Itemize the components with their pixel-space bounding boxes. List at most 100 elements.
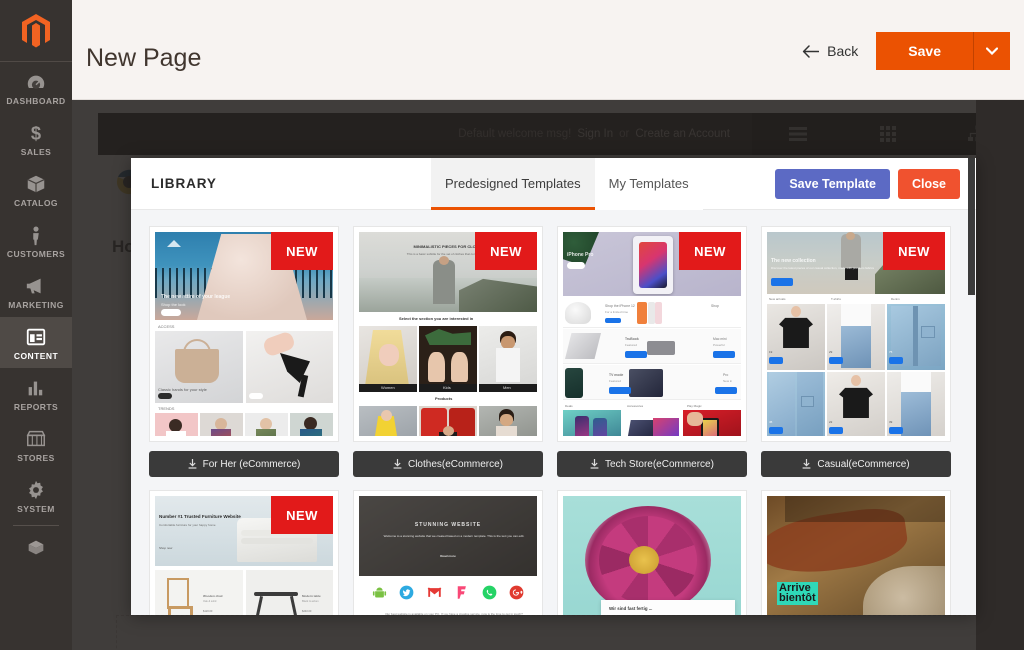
hero-image: STUNNING WEBSITE Welcome to a stunning w… <box>359 496 537 576</box>
template-card[interactable]: Wir sind fast fertig ... <box>557 490 747 615</box>
hero-subtitle: Discover the latest pieces of our casual… <box>771 266 875 270</box>
item-price: 39 <box>889 420 893 424</box>
header-actions: Back Save <box>802 32 1010 70</box>
item-image: 45 <box>767 372 825 436</box>
template-card[interactable]: NEW MINIMALISTIC PIECES FOR CLOTHES This… <box>353 226 543 477</box>
product-image <box>479 406 537 436</box>
download-template-button[interactable]: Tech Store(eCommerce) <box>557 451 747 477</box>
template-card[interactable]: STUNNING WEBSITE Welcome to a stunning w… <box>353 490 543 615</box>
magento-logo[interactable] <box>0 0 72 62</box>
sidebar-item-label: SYSTEM <box>17 504 55 514</box>
new-badge: NEW <box>475 232 537 270</box>
library-modal-body[interactable]: NEW The new attire of your league Shop t… <box>131 210 976 615</box>
tile-image <box>563 410 621 436</box>
buy-button[interactable] <box>625 351 647 358</box>
android-icon[interactable] <box>372 585 387 600</box>
buy-button[interactable] <box>769 357 783 364</box>
gmail-icon[interactable] <box>427 585 442 600</box>
sidebar-item-label: MARKETING <box>8 300 64 310</box>
row-sub: For a limited time <box>605 310 629 314</box>
product-sub: Oak & solid <box>203 600 217 603</box>
twitter-icon[interactable] <box>399 585 414 600</box>
save-template-button[interactable]: Save Template <box>775 168 890 199</box>
sidebar-item-customers[interactable]: CUSTOMERS <box>0 215 72 266</box>
sidebar-item-reports[interactable]: REPORTS <box>0 368 72 419</box>
model-thumb <box>245 413 288 436</box>
modal-scrollbar-thumb[interactable] <box>968 158 975 295</box>
sidebar-item-dashboard[interactable]: DASHBOARD <box>0 62 72 113</box>
template-card[interactable]: NEW iPhone Pro Shop the iPhone 12 For a … <box>557 226 747 477</box>
template-card[interactable]: NEW The new collection Discover the late… <box>761 226 951 477</box>
footer-text: Our best website is available on your PC… <box>385 612 523 615</box>
item-image: 29 <box>827 304 885 370</box>
download-template-button[interactable]: Clothes(eCommerce) <box>353 451 543 477</box>
template-thumbnail[interactable]: NEW Number #1 Trusted Furniture Website … <box>149 490 339 615</box>
buy-button[interactable] <box>829 357 843 364</box>
template-thumbnail[interactable]: Arrive bientôt <box>761 490 951 615</box>
nav-label: T-shirts <box>831 297 841 301</box>
tile-image <box>683 410 741 436</box>
template-card[interactable]: NEW The new attire of your league Shop t… <box>149 226 339 477</box>
hero-link[interactable]: Read more <box>359 554 537 558</box>
tile-image: Kids <box>419 326 477 392</box>
buy-button[interactable] <box>889 357 903 364</box>
sidebar-item-sales[interactable]: $ SALES <box>0 113 72 164</box>
nav-label: New arrivals <box>769 297 786 301</box>
hero-caption: The new collection <box>771 258 816 264</box>
sidebar-item-catalog[interactable]: CATALOG <box>0 164 72 215</box>
buy-button[interactable] <box>713 351 735 358</box>
sidebar-item-extensions[interactable] <box>0 528 72 566</box>
tile-label: Accessories <box>627 404 644 408</box>
modal-scrollbar-track[interactable] <box>967 158 976 615</box>
tab-predesigned-templates[interactable]: Predesigned Templates <box>431 158 595 210</box>
product-title: Modern table <box>302 594 321 598</box>
new-badge: NEW <box>679 232 741 270</box>
download-template-button[interactable]: For Her (eCommerce) <box>149 451 339 477</box>
hero-link[interactable]: Shop now <box>159 546 172 550</box>
download-template-button[interactable]: Casual(eCommerce) <box>761 451 951 477</box>
template-thumbnail[interactable]: NEW MINIMALISTIC PIECES FOR CLOTHES This… <box>353 226 543 442</box>
save-button[interactable]: Save <box>876 32 974 70</box>
template-thumbnail[interactable]: Wir sind fast fertig ... <box>557 490 747 615</box>
section-label: Select the section you are interested in <box>399 316 474 321</box>
template-grid: NEW The new attire of your league Shop t… <box>149 226 958 615</box>
sidebar-item-system[interactable]: SYSTEM <box>0 470 72 521</box>
template-thumbnail[interactable]: NEW iPhone Pro Shop the iPhone 12 For a … <box>557 226 747 442</box>
sidebar-item-marketing[interactable]: MARKETING <box>0 266 72 317</box>
buy-button[interactable] <box>609 387 631 394</box>
template-name: Clothes(eCommerce) <box>407 458 504 470</box>
tab-my-templates[interactable]: My Templates <box>594 158 703 210</box>
download-icon <box>590 459 599 469</box>
whatsapp-icon[interactable] <box>482 585 497 600</box>
template-card[interactable]: Arrive bientôt <box>761 490 951 615</box>
buy-button[interactable] <box>715 387 737 394</box>
product-row: TruBook Featured Mac mini Powerful <box>563 329 741 364</box>
buy-button[interactable] <box>769 427 783 434</box>
model-thumb <box>200 413 243 436</box>
sidebar-item-content[interactable]: CONTENT <box>0 317 72 368</box>
buy-button[interactable] <box>829 427 843 434</box>
googleplus-icon[interactable] <box>509 585 524 600</box>
template-name: Casual(eCommerce) <box>817 458 910 470</box>
foursquare-icon[interactable] <box>454 585 469 600</box>
gear-icon <box>29 480 43 500</box>
buy-button[interactable] <box>889 427 903 434</box>
save-options-button[interactable] <box>974 32 1010 70</box>
sidebar-item-stores[interactable]: STORES <box>0 419 72 470</box>
template-thumbnail[interactable]: NEW The new attire of your league Shop t… <box>149 226 339 442</box>
page-title: New Page <box>86 44 202 72</box>
back-button[interactable]: Back <box>802 43 858 59</box>
extension-box-icon <box>28 540 44 555</box>
hero-button[interactable] <box>771 278 793 286</box>
hero-image: Arrive bientôt <box>767 496 945 615</box>
product-image: Modern table Black & ashen $240.00 <box>246 570 333 615</box>
model-thumb <box>155 413 198 436</box>
sidebar-item-label: STORES <box>17 453 55 463</box>
megaphone-icon <box>26 278 41 294</box>
template-card[interactable]: NEW Number #1 Trusted Furniture Website … <box>149 490 339 615</box>
bar-chart-icon <box>28 381 43 396</box>
page-header: New Page Back Save <box>72 0 1024 100</box>
close-button[interactable]: Close <box>897 168 960 199</box>
template-thumbnail[interactable]: STUNNING WEBSITE Welcome to a stunning w… <box>353 490 543 615</box>
template-thumbnail[interactable]: NEW The new collection Discover the late… <box>761 226 951 442</box>
